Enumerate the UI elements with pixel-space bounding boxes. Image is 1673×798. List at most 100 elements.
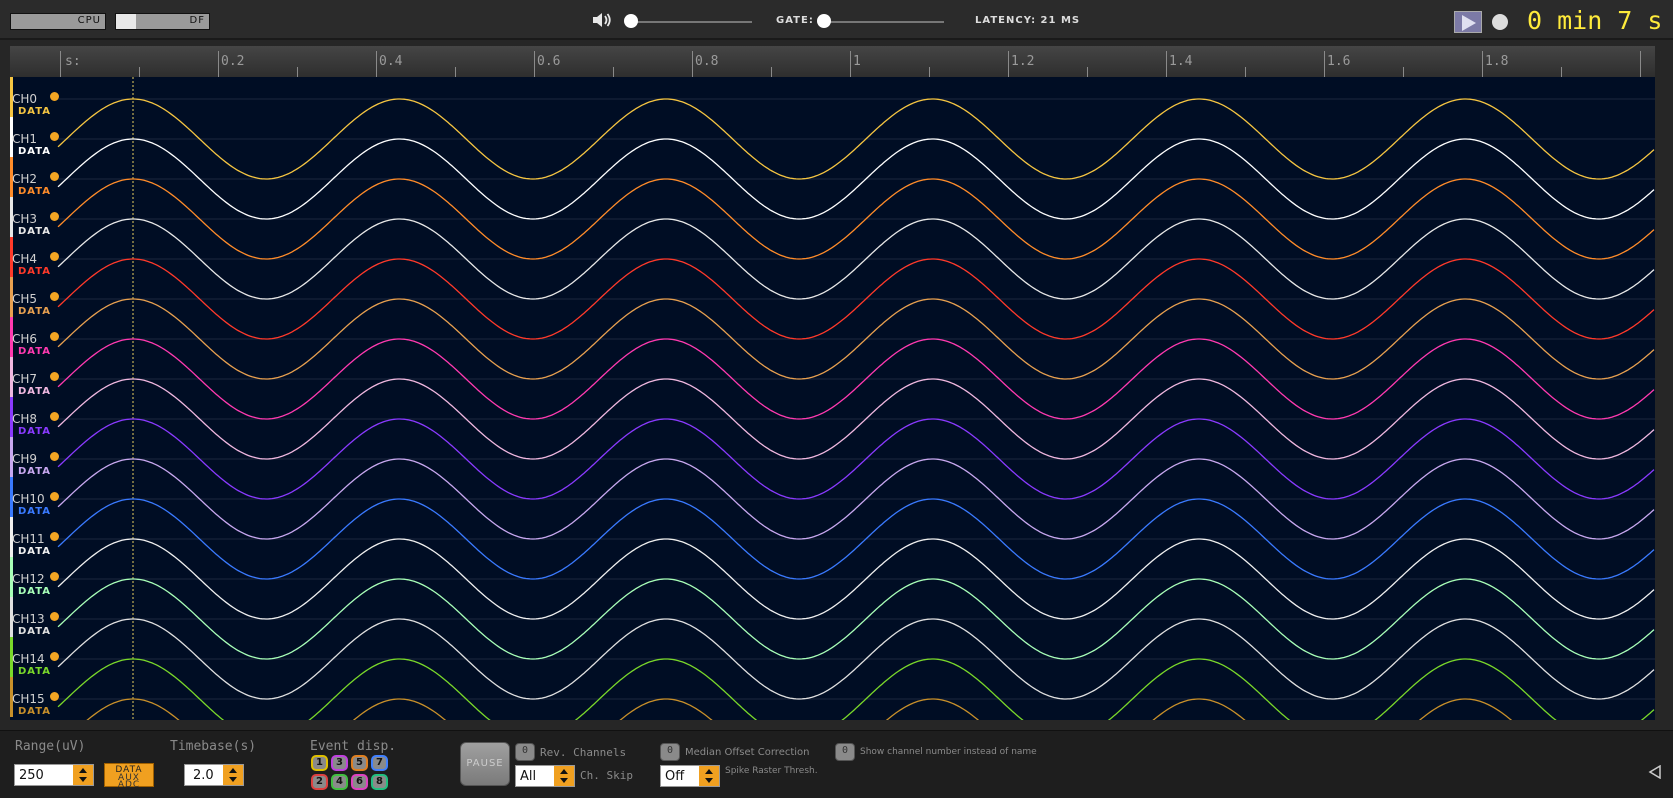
channel-name: CH4 (12, 252, 38, 266)
channel-type: DATA (18, 706, 52, 717)
event-channel-4-button[interactable]: 4 (331, 774, 348, 790)
event-display-label: Event disp. (310, 739, 397, 754)
ruler-major-tick (218, 51, 219, 77)
signal-type-selector[interactable]: DATA AUX ADC (104, 763, 154, 790)
lfp-viewer-window: CPU DF GATE: LATENCY: 21 MS 0 min 7 s s:… (0, 0, 1673, 798)
channel-enable-dot[interactable] (50, 532, 59, 541)
ruler-tick-label: 0.8 (695, 54, 719, 69)
ruler-major-tick (1008, 51, 1009, 77)
timebase-select[interactable]: 2.0 (184, 764, 244, 786)
ch-skip-select[interactable]: All (515, 765, 575, 787)
channel-enable-dot[interactable] (50, 332, 59, 341)
channel-name: CH11 (12, 532, 45, 546)
channel-enable-dot[interactable] (50, 132, 59, 141)
collapse-panel-icon[interactable] (1648, 765, 1662, 779)
pause-button[interactable]: PAUSE (460, 742, 510, 786)
channel-enable-dot[interactable] (50, 372, 59, 381)
speaker-icon[interactable] (592, 11, 612, 29)
channel-row[interactable]: CH10 DATA (10, 477, 60, 517)
channel-type: DATA (18, 466, 52, 477)
event-channel-8-button[interactable]: 8 (371, 774, 388, 790)
signal-type-adc[interactable]: ADC (105, 781, 153, 790)
channel-row[interactable]: CH7 DATA (10, 357, 60, 397)
channel-row[interactable]: CH6 DATA (10, 317, 60, 357)
channel-row[interactable]: CH14 DATA (10, 637, 60, 677)
ruler-major-tick (1166, 51, 1167, 77)
event-channel-label: 4 (336, 776, 343, 787)
gate-slider-knob[interactable] (817, 14, 831, 28)
channel-type: DATA (18, 306, 52, 317)
volume-slider-track[interactable] (630, 21, 752, 23)
options-panel: Range(uV) 250 DATA AUX ADC Timebase(s) 2… (0, 730, 1673, 798)
channel-name: CH1 (12, 132, 38, 146)
channel-enable-dot[interactable] (50, 292, 59, 301)
channel-enable-dot[interactable] (50, 92, 59, 101)
channel-type: DATA (18, 226, 52, 237)
lfp-plot-area[interactable]: CH0 DATA CH1 DATA CH2 DATA CH3 DATA CH4 DATA CH5 DA… (10, 77, 1655, 720)
ruler-tick-label: 1.4 (1169, 54, 1193, 69)
event-channel-label: 1 (316, 757, 323, 768)
show-channel-number-toggle[interactable]: 0 (835, 743, 855, 761)
ruler-tick-label: 1 (853, 54, 861, 69)
spike-raster-stepper-arrows[interactable] (699, 766, 719, 786)
channel-row[interactable]: CH1 DATA (10, 117, 60, 157)
channel-row[interactable]: CH11 DATA (10, 517, 60, 557)
record-button[interactable] (1492, 14, 1508, 30)
df-label: DF (189, 15, 205, 26)
play-button[interactable] (1454, 11, 1482, 33)
channel-name: CH5 (12, 292, 38, 306)
channel-row[interactable]: CH3 DATA (10, 197, 60, 237)
channel-row[interactable]: CH15 DATA (10, 677, 60, 717)
channel-row[interactable]: CH9 DATA (10, 437, 60, 477)
channel-row[interactable]: CH0 DATA (10, 77, 60, 117)
timebase-stepper-arrows[interactable] (223, 765, 243, 785)
channel-row[interactable]: CH13 DATA (10, 597, 60, 637)
channel-row[interactable]: CH4 DATA (10, 237, 60, 277)
show-channel-number-value: 0 (841, 745, 849, 756)
ch-skip-stepper-arrows[interactable] (554, 766, 574, 786)
event-channel-6-button[interactable]: 6 (351, 774, 368, 790)
event-channel-label: 8 (376, 776, 383, 787)
channel-enable-dot[interactable] (50, 572, 59, 581)
channel-enable-dot[interactable] (50, 452, 59, 461)
volume-slider-knob[interactable] (624, 14, 638, 28)
event-channel-3-button[interactable]: 3 (331, 755, 348, 771)
channel-name: CH0 (12, 92, 38, 106)
channel-enable-dot[interactable] (50, 692, 59, 701)
latency-readout: LATENCY: 21 MS (975, 15, 1081, 26)
time-ruler[interactable]: s: 0.2 0.4 0.6 0.8 1 1.2 1.4 1.6 1.8 (10, 46, 1655, 77)
ch-skip-label: Ch. Skip (580, 769, 633, 782)
channel-enable-dot[interactable] (50, 212, 59, 221)
timebase-label: Timebase(s) (170, 739, 257, 754)
channel-enable-dot[interactable] (50, 412, 59, 421)
event-channel-5-button[interactable]: 5 (351, 755, 368, 771)
ruler-major-tick (1640, 51, 1641, 77)
event-channel-label: 3 (336, 757, 343, 768)
ruler-minor-tick (1561, 67, 1562, 77)
channel-name: CH2 (12, 172, 38, 186)
channel-enable-dot[interactable] (50, 652, 59, 661)
channel-row[interactable]: CH2 DATA (10, 157, 60, 197)
ruler-minor-tick (771, 67, 772, 77)
channel-row[interactable]: CH5 DATA (10, 277, 60, 317)
event-channel-7-button[interactable]: 7 (371, 755, 388, 771)
channel-row[interactable]: CH12 DATA (10, 557, 60, 597)
ruler-minor-tick (1403, 67, 1404, 77)
event-channel-2-button[interactable]: 2 (311, 774, 328, 790)
gate-slider-track[interactable] (824, 21, 944, 23)
channel-enable-dot[interactable] (50, 172, 59, 181)
cpu-label: CPU (77, 15, 101, 26)
median-offset-toggle[interactable]: 0 (660, 743, 680, 761)
channel-enable-dot[interactable] (50, 252, 59, 261)
channel-row[interactable]: CH8 DATA (10, 397, 60, 437)
channel-enable-dot[interactable] (50, 492, 59, 501)
event-channel-1-button[interactable]: 1 (311, 755, 328, 771)
range-stepper-arrows[interactable] (73, 765, 93, 785)
ruler-minor-tick (455, 67, 456, 77)
channel-enable-dot[interactable] (50, 612, 59, 621)
channel-type: DATA (18, 186, 52, 197)
rev-channels-toggle[interactable]: 0 (515, 743, 535, 761)
channel-type: DATA (18, 586, 52, 597)
spike-raster-select[interactable]: Off (660, 765, 720, 787)
range-select[interactable]: 250 (14, 764, 94, 786)
